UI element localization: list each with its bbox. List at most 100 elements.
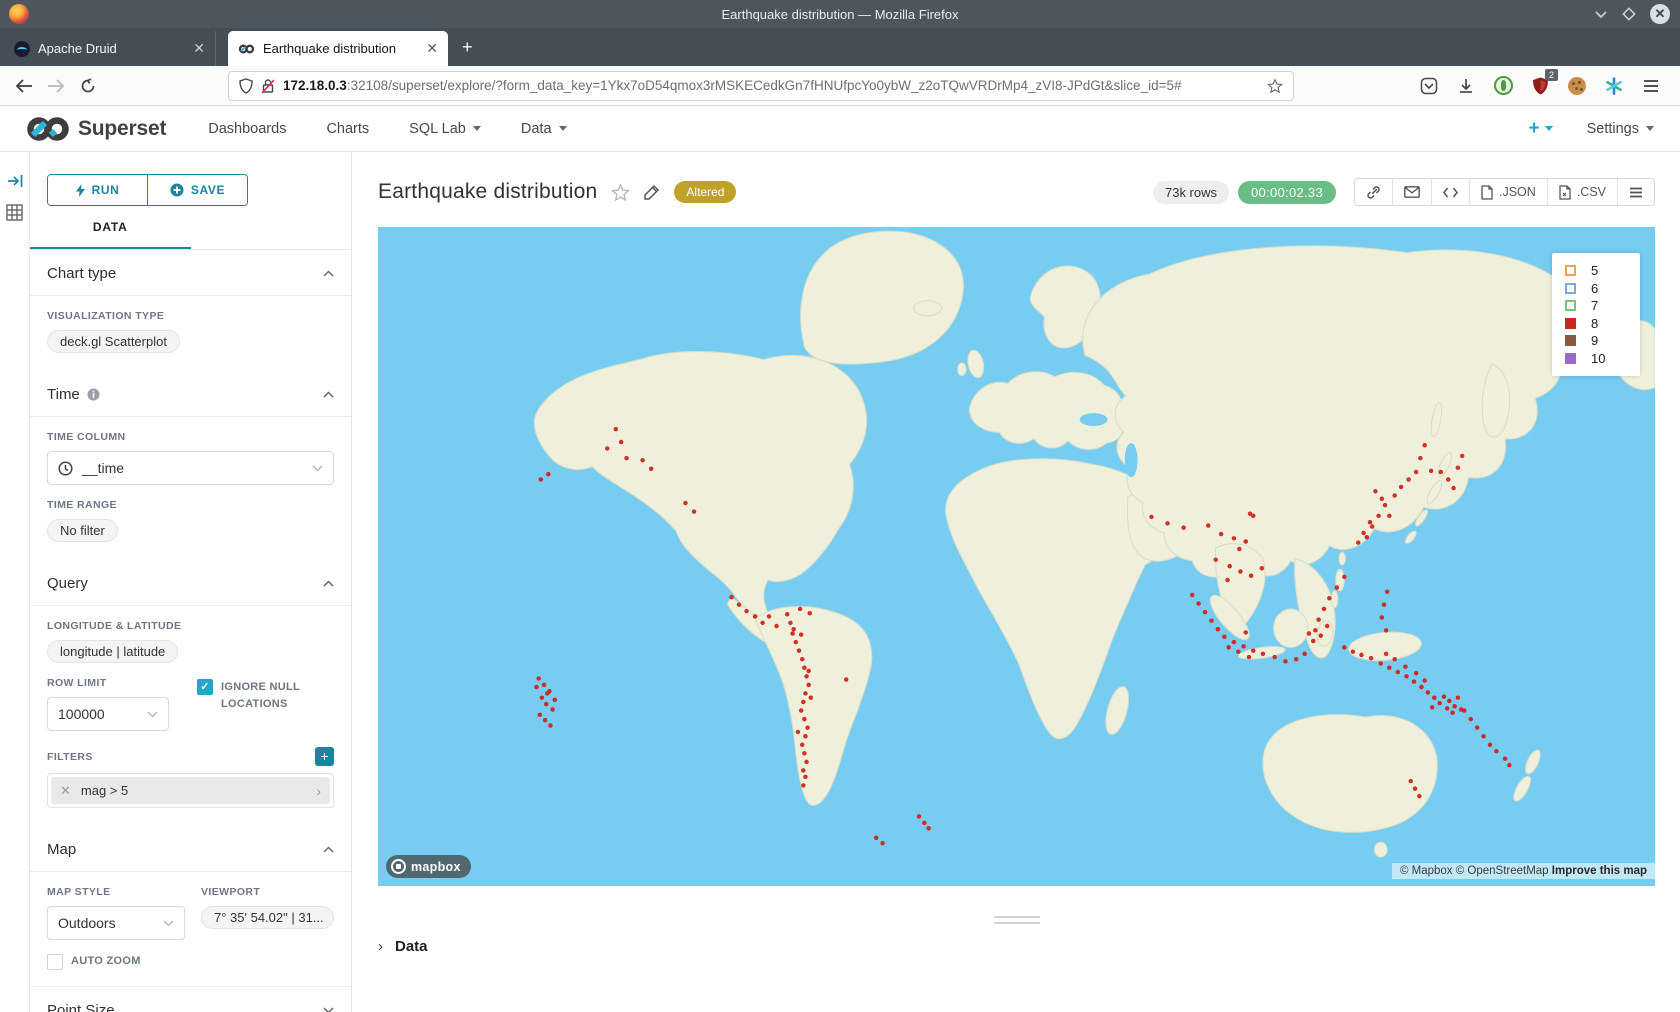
auto-zoom-checkbox[interactable] <box>47 954 63 970</box>
pocket-icon[interactable] <box>1418 75 1440 97</box>
email-button[interactable] <box>1392 179 1431 205</box>
bookmark-star-icon[interactable] <box>1267 78 1283 94</box>
tab-close-icon[interactable]: ✕ <box>193 40 205 57</box>
export-json-button[interactable]: .JSON <box>1469 179 1547 205</box>
forward-icon[interactable] <box>40 71 72 101</box>
nav-charts[interactable]: Charts <box>326 121 369 137</box>
browser-toolbar: 172.18.0.3:32108/superset/explore/?form_… <box>0 66 1680 106</box>
back-icon[interactable] <box>8 71 40 101</box>
section-title: Point Size <box>47 1002 115 1012</box>
section-time[interactable]: Time <box>47 371 334 416</box>
legend-label: 7 <box>1591 298 1598 313</box>
favorite-star-icon[interactable] <box>611 183 630 202</box>
mapbox-wordmark: mapbox <box>411 860 461 874</box>
mapbox-logo[interactable]: mapbox <box>386 855 471 878</box>
section-chart-type[interactable]: Chart type <box>47 250 334 295</box>
edit-properties-icon[interactable] <box>644 184 660 200</box>
collapse-panel-icon[interactable] <box>7 174 23 188</box>
section-map[interactable]: Map <box>47 826 334 871</box>
legend-item[interactable]: 5 <box>1565 262 1640 280</box>
section-point-size[interactable]: Point Size <box>47 987 334 1012</box>
row-limit-select[interactable]: 100000 <box>47 697 169 731</box>
panel-drag-handle[interactable] <box>994 916 1040 928</box>
chart-title: Earthquake distribution <box>378 180 597 204</box>
filter-item[interactable]: ✕ mag > 5 › <box>51 777 330 804</box>
map-legend: 567 8910 <box>1552 253 1640 376</box>
chevron-down-icon <box>473 126 481 131</box>
legend-item[interactable]: 7 <box>1565 297 1640 315</box>
altered-badge[interactable]: Altered <box>674 181 736 203</box>
add-filter-button[interactable]: + <box>315 747 334 766</box>
row-limit-value: 100000 <box>58 706 105 722</box>
deckgl-map[interactable]: 5678910 mapbox © Mapbox © OpenStreetMap … <box>378 227 1655 886</box>
window-maximize-icon[interactable] <box>1622 7 1636 21</box>
improve-map-link[interactable]: Improve this map <box>1552 865 1647 877</box>
section-title: Map <box>47 841 76 858</box>
chevron-down-icon <box>323 1007 334 1012</box>
legend-item[interactable]: 8 <box>1565 315 1640 333</box>
datasource-grid-icon[interactable] <box>6 204 23 221</box>
bolt-icon <box>76 184 85 197</box>
viewport-value[interactable]: 7° 35' 54.02" | 31... <box>201 906 334 929</box>
tab-data[interactable]: DATA <box>30 206 191 249</box>
filter-container: ✕ mag > 5 › <box>47 773 334 808</box>
settings-label: Settings <box>1587 121 1639 137</box>
section-query[interactable]: Query <box>47 560 334 605</box>
data-panel-toggle[interactable]: › Data <box>378 938 1655 955</box>
extension-asterisk-icon[interactable] <box>1603 75 1625 97</box>
shield-permissions-icon[interactable] <box>239 78 253 94</box>
nav-dashboards[interactable]: Dashboards <box>208 121 286 137</box>
expand-filter-icon[interactable]: › <box>316 783 321 799</box>
share-link-button[interactable] <box>1355 179 1392 205</box>
save-button[interactable]: SAVE <box>147 175 247 205</box>
superset-logo[interactable]: Superset <box>26 116 166 142</box>
remove-filter-icon[interactable]: ✕ <box>60 783 71 799</box>
lonlat-value[interactable]: longitude | latitude <box>47 640 178 663</box>
reload-icon[interactable] <box>72 71 104 101</box>
map-style-label: MAP STYLE <box>47 886 201 898</box>
add-new-button[interactable]: + <box>1528 118 1552 140</box>
chart-menu-icon[interactable] <box>1617 179 1654 205</box>
url-bar[interactable]: 172.18.0.3:32108/superset/explore/?form_… <box>228 71 1294 101</box>
control-panel: RUN SAVE DATA Chart type VISUALIZATION T… <box>30 152 352 1012</box>
query-timer-badge: 00:00:02.33 <box>1238 181 1336 204</box>
viz-type-label: VISUALIZATION TYPE <box>47 310 334 322</box>
new-tab-icon[interactable]: + <box>462 37 473 58</box>
legend-item[interactable]: 9 <box>1565 332 1640 350</box>
section-title: Query <box>47 575 88 592</box>
menu-hamburger-icon[interactable] <box>1640 75 1662 97</box>
time-column-select[interactable]: __time <box>47 451 334 485</box>
chevron-down-icon <box>1545 126 1553 131</box>
legend-item[interactable]: 10 <box>1565 350 1640 368</box>
cookie-extension-icon[interactable] <box>1566 75 1588 97</box>
tab-close-icon[interactable]: ✕ <box>426 40 438 57</box>
download-icon[interactable] <box>1455 75 1477 97</box>
row-limit-label: ROW LIMIT <box>47 677 197 689</box>
extension-green-icon[interactable] <box>1492 75 1514 97</box>
tab-earthquake-distribution[interactable]: Earthquake distribution ✕ <box>228 31 448 66</box>
nav-sql-lab[interactable]: SQL Lab <box>409 121 481 137</box>
map-style-select[interactable]: Outdoors <box>47 906 185 940</box>
legend-item[interactable]: 6 <box>1565 280 1640 298</box>
window-minimize-icon[interactable] <box>1594 9 1608 19</box>
ublock-shield-icon[interactable]: 2 <box>1529 75 1551 97</box>
nav-data[interactable]: Data <box>521 121 567 137</box>
left-icon-strip <box>0 152 30 1012</box>
save-label: SAVE <box>191 183 225 197</box>
export-csv-button[interactable]: .CSV <box>1547 179 1617 205</box>
legend-swatch-icon <box>1565 318 1576 329</box>
chevron-down-icon <box>147 711 158 718</box>
ublock-badge: 2 <box>1545 69 1558 81</box>
settings-menu[interactable]: Settings <box>1587 121 1654 137</box>
window-title: Earthquake distribution — Mozilla Firefo… <box>0 7 1680 22</box>
window-close-icon[interactable]: ✕ <box>1650 4 1670 24</box>
tab-apache-druid[interactable]: Apache Druid ✕ <box>4 31 216 66</box>
ignore-null-checkbox[interactable]: ✓ <box>197 679 213 695</box>
insecure-lock-icon[interactable] <box>261 78 275 94</box>
embed-code-button[interactable] <box>1431 179 1469 205</box>
filters-label: FILTERS <box>47 751 93 763</box>
run-button[interactable]: RUN <box>48 175 147 205</box>
viz-type-value[interactable]: deck.gl Scatterplot <box>47 330 180 353</box>
time-range-value[interactable]: No filter <box>47 519 118 542</box>
data-panel-label: Data <box>395 938 428 955</box>
